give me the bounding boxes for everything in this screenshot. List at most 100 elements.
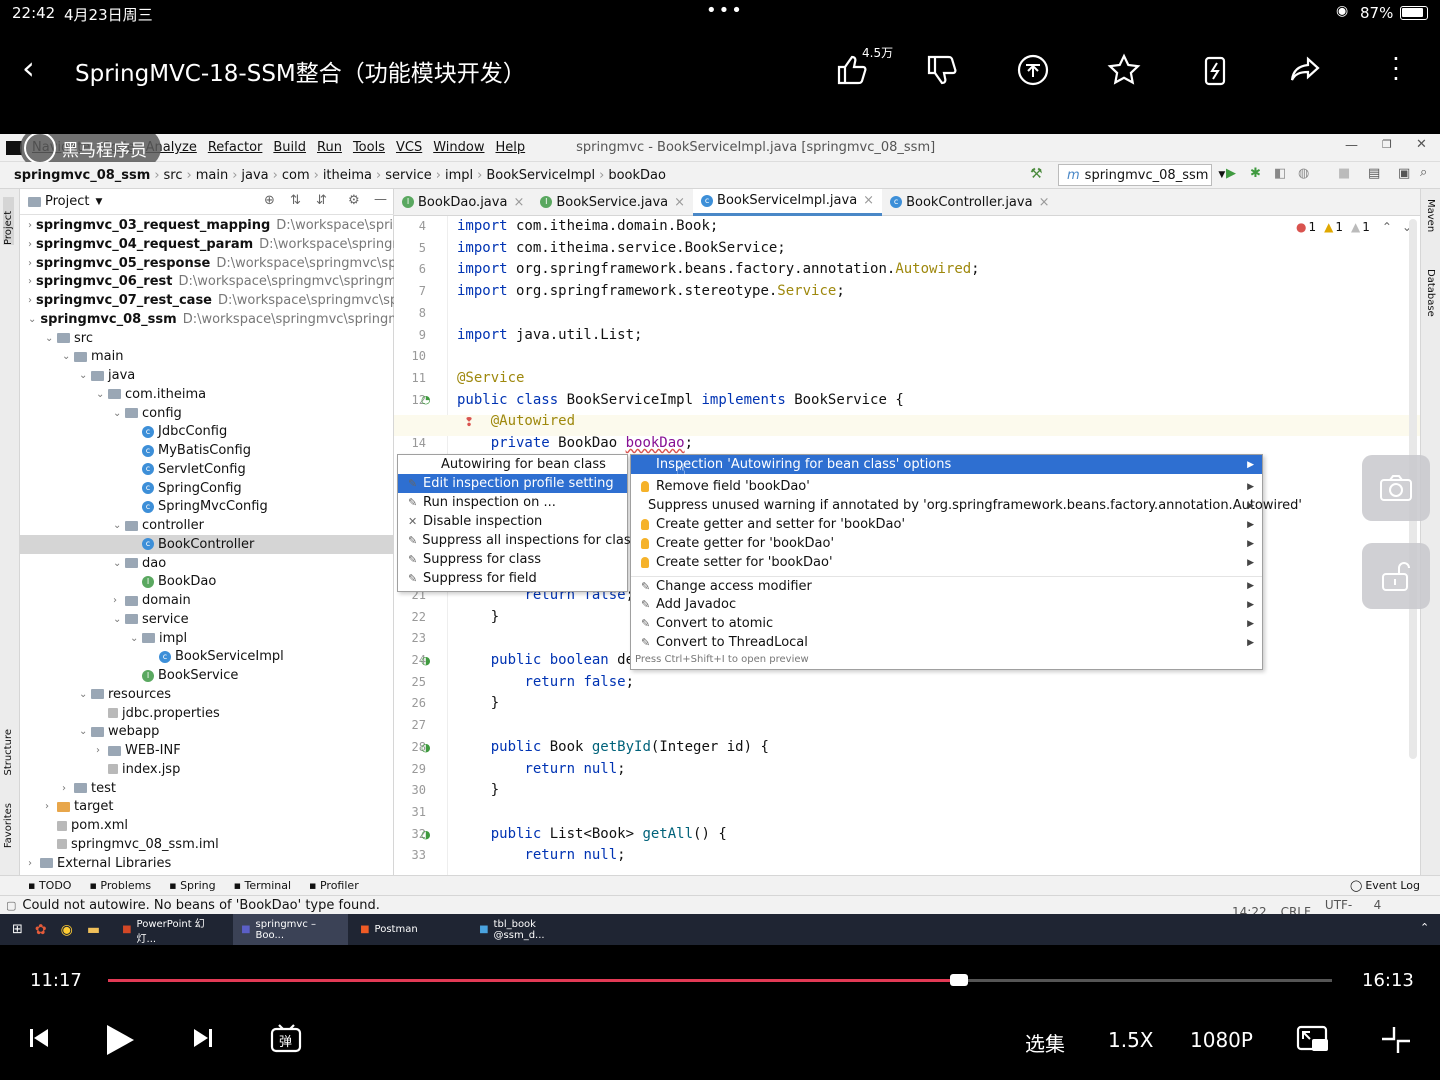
expand-arrow-icon[interactable]: ⌄	[113, 520, 125, 531]
tool-window-button[interactable]: ▪ Terminal	[234, 879, 291, 892]
progress-knob[interactable]	[949, 974, 968, 986]
expand-arrow-icon[interactable]: ⌄	[79, 370, 91, 381]
tree-item[interactable]: ⌄ dao	[20, 554, 394, 573]
error-bulb-icon[interactable]: ❢	[464, 415, 474, 429]
gear-icon[interactable]: ⚙	[348, 193, 360, 208]
code-line[interactable]: }	[457, 607, 499, 629]
tree-item[interactable]: ⌄ src	[20, 329, 394, 348]
structure-tool-tab[interactable]: Structure	[3, 729, 14, 776]
tree-item[interactable]: › springmvc_03_request_mapping D:\workspac…	[20, 216, 394, 235]
code-line[interactable]: public Book getById(Integer id) {	[457, 737, 769, 759]
episodes-button[interactable]: 选集	[1025, 1028, 1065, 1057]
project-tool-tab[interactable]: Project	[3, 197, 14, 245]
code-line[interactable]: return false;	[457, 672, 634, 694]
more-vertical-icon[interactable]: · · ·	[1388, 47, 1404, 91]
breadcrumb-item[interactable]: src	[164, 168, 183, 183]
close-tab-icon[interactable]: ×	[513, 195, 524, 210]
favorites-tool-tab[interactable]: Favorites	[3, 803, 14, 848]
tree-item[interactable]: c SpringMvcConfig	[20, 497, 394, 516]
code-line[interactable]: }	[457, 693, 499, 715]
play-icon[interactable]	[104, 1023, 136, 1061]
tree-item[interactable]: c SpringConfig	[20, 479, 394, 498]
tree-item[interactable]: ⌄ main	[20, 347, 394, 366]
maven-tool-tab[interactable]: Maven	[1425, 199, 1436, 232]
code-line[interactable]: public List<Book> getAll() {	[457, 824, 727, 846]
tree-item[interactable]: c MyBatisConfig	[20, 441, 394, 460]
taskbar-app[interactable]: ■ tbl_book @ssm_d...	[471, 914, 586, 945]
tree-item[interactable]: › domain	[20, 591, 394, 610]
lock-button[interactable]	[1362, 543, 1430, 609]
explorer-folder-icon[interactable]: ▬	[87, 922, 100, 938]
favorite-button[interactable]	[1104, 50, 1144, 90]
tree-item[interactable]: › springmvc_04_request_param D:\workspace\…	[20, 235, 394, 254]
override-gutter-icon[interactable]: ◑	[421, 741, 431, 754]
stop-icon[interactable]: ■	[1338, 166, 1350, 181]
danmaku-icon[interactable]: 弹	[270, 1023, 304, 1059]
project-structure-icon[interactable]: ▤	[1368, 166, 1380, 181]
editor-tab[interactable]: c BookServiceImpl.java ×	[693, 188, 883, 216]
debug-icon[interactable]: ✱	[1250, 166, 1261, 181]
tree-item[interactable]: › External Libraries	[20, 854, 394, 873]
expand-arrow-icon[interactable]: ›	[28, 258, 32, 269]
code-line[interactable]: @Autowired	[457, 411, 575, 433]
menu-item[interactable]: VCS	[396, 140, 422, 155]
expand-arrow-icon[interactable]: ›	[28, 295, 32, 306]
hide-panel-icon[interactable]: —	[374, 192, 387, 207]
tool-window-button[interactable]: ▪ Profiler	[309, 879, 359, 892]
collapse-all-icon[interactable]: ⇵	[316, 193, 327, 208]
expand-arrow-icon[interactable]: ›	[28, 239, 32, 250]
tree-item[interactable]: pom.xml	[20, 816, 394, 835]
override-gutter-icon[interactable]: ◑	[421, 828, 431, 841]
intention-action-item[interactable]: Create getter and setter for 'bookDao' ▶	[631, 515, 1262, 534]
coin-button[interactable]	[1013, 50, 1053, 90]
expand-arrow-icon[interactable]: ›	[113, 595, 125, 606]
expand-arrow-icon[interactable]: ⌄	[28, 314, 36, 325]
tree-item[interactable]: jdbc.properties	[20, 704, 394, 723]
intention-action-item[interactable]: ✎ Convert to ThreadLocal ▶	[631, 633, 1262, 652]
close-window-icon[interactable]: ✕	[1416, 137, 1427, 152]
tree-item[interactable]: › test	[20, 779, 394, 798]
menu-item[interactable]: Tools	[353, 140, 385, 155]
close-tab-icon[interactable]: ×	[863, 193, 874, 208]
restore-icon[interactable]: ❐	[1382, 138, 1392, 151]
code-line[interactable]: return null;	[457, 845, 625, 867]
tree-item[interactable]: ⌄ service	[20, 610, 394, 629]
code-line[interactable]: @Service	[457, 368, 524, 390]
coverage-icon[interactable]: ◧	[1274, 166, 1286, 181]
quality-button[interactable]: 1080P	[1190, 1028, 1253, 1052]
tree-item[interactable]: c JdbcConfig	[20, 422, 394, 441]
locate-icon[interactable]: ⊕	[264, 193, 275, 208]
code-line[interactable]: import org.springframework.stereotype.Se…	[457, 281, 845, 303]
breadcrumb-item[interactable]: springmvc_08_ssm	[14, 168, 150, 183]
tree-item[interactable]: › target	[20, 797, 394, 816]
intention-action-item[interactable]: Create getter for 'bookDao' ▶	[631, 534, 1262, 553]
expand-arrow-icon[interactable]: ⌄	[62, 351, 74, 362]
menu-item[interactable]: Run	[317, 140, 342, 155]
tree-item[interactable]: c BookServiceImpl	[20, 647, 394, 666]
inspection-menu-item[interactable]: ✎ Suppress all inspections for class	[398, 531, 637, 550]
menu-item[interactable]: Window	[433, 140, 484, 155]
previous-icon[interactable]	[28, 1027, 50, 1054]
project-view-select[interactable]: Project	[45, 194, 89, 209]
tree-item[interactable]: › springmvc_06_rest D:\workspace\springmvc…	[20, 272, 394, 291]
event-log-button[interactable]: ◯ Event Log	[1350, 879, 1420, 892]
close-tab-icon[interactable]: ×	[674, 195, 685, 210]
minimize-icon[interactable]: —	[1345, 138, 1358, 153]
database-tool-tab[interactable]: Database	[1425, 269, 1436, 317]
back-icon[interactable]: ‹	[22, 52, 52, 88]
breadcrumb-item[interactable]: itheima	[323, 168, 372, 183]
search-icon[interactable]: ⌕	[1420, 165, 1427, 180]
expand-arrow-icon[interactable]: ›	[96, 745, 108, 756]
pip-icon[interactable]	[1296, 1023, 1330, 1059]
inspection-menu-item[interactable]: ✎ Suppress for class	[398, 550, 627, 569]
exit-fullscreen-icon[interactable]	[1380, 1025, 1412, 1059]
breadcrumb-item[interactable]: service	[385, 168, 432, 183]
code-line[interactable]: public boolean de	[457, 650, 634, 672]
menu-item[interactable]: Refactor	[208, 140, 263, 155]
expand-arrow-icon[interactable]: ⌄	[113, 408, 125, 419]
screenshot-button[interactable]	[1362, 455, 1430, 521]
taskbar-app[interactable]: ■ Postman	[352, 914, 467, 945]
expand-arrow-icon[interactable]: ›	[28, 858, 40, 869]
code-line[interactable]: import org.springframework.beans.factory…	[457, 259, 980, 281]
build-hammer-icon[interactable]: ⚒	[1030, 166, 1043, 182]
